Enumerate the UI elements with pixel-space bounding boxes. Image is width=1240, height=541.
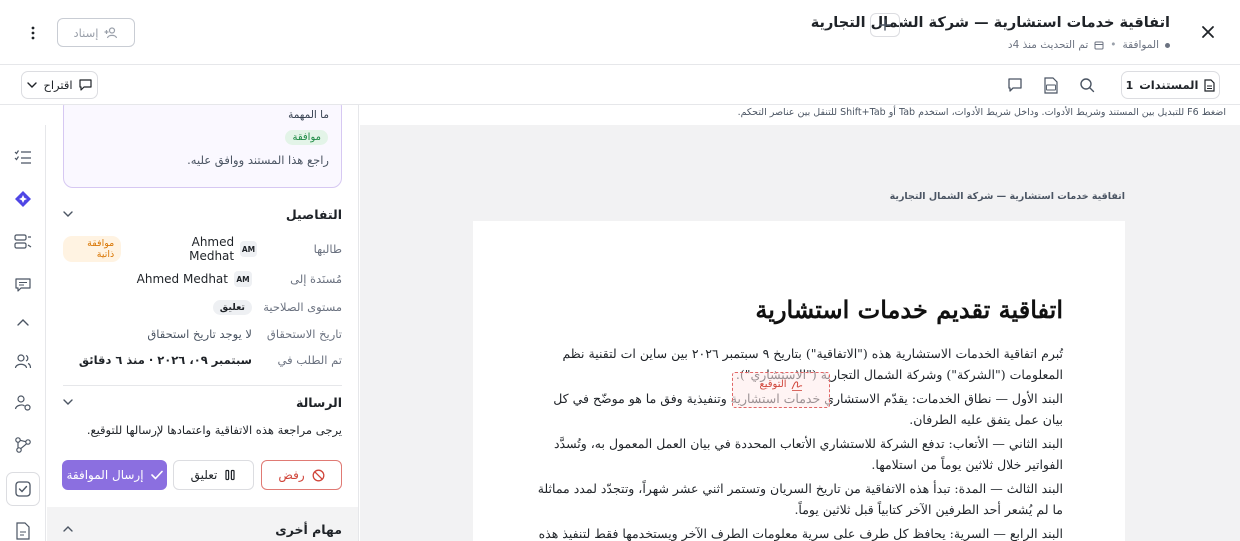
suggest-comment-icon bbox=[78, 79, 92, 91]
suspend-button[interactable]: تعليق bbox=[173, 460, 254, 490]
documents-button[interactable]: المستندات 1 bbox=[1121, 71, 1220, 99]
document-meta: الموافقة • تم التحديث منذ 4د bbox=[1008, 39, 1170, 51]
suspend-label: تعليق bbox=[190, 468, 218, 482]
self-approval-badge: موافقة ذاتية bbox=[63, 236, 122, 262]
chevron-down-icon bbox=[27, 82, 38, 88]
reject-label: رفض bbox=[278, 468, 305, 482]
task-check-icon[interactable] bbox=[13, 479, 33, 499]
document-edit-icon[interactable] bbox=[13, 521, 33, 541]
close-icon[interactable] bbox=[1198, 22, 1218, 42]
assignee-value: AM Ahmed Medhat bbox=[137, 271, 252, 287]
requested-at-row: تم الطلب في سبتمبر ٠٩، ٢٠٢٦ · منذ ٦ دقائ… bbox=[63, 350, 342, 370]
requester-row: طالبها AM Ahmed Medhat موافقة ذاتية bbox=[63, 235, 342, 263]
document-title: اتفاقية خدمات استشارية — شركة الشمال الت… bbox=[810, 15, 1170, 31]
assign-label: إسناد bbox=[73, 25, 99, 40]
divider bbox=[63, 385, 342, 386]
comment-icon[interactable] bbox=[1006, 76, 1024, 94]
assignee-label: مُسنَدة إلى bbox=[290, 272, 342, 286]
paragraph: البند الرابع — السرية: يحافظ كل طرف على … bbox=[538, 526, 1063, 541]
status-dot-icon bbox=[1165, 42, 1170, 48]
task-description: راجع هذا المستند ووافق عليه. bbox=[187, 153, 329, 167]
paragraph: البند الثالث — المدة: تبدأ هذه الاتفاقية… bbox=[537, 481, 1063, 517]
permission-value-wrap: تعليق bbox=[212, 299, 252, 315]
chat-icon[interactable] bbox=[13, 275, 33, 295]
documents-count: 1 bbox=[1125, 78, 1134, 92]
document-icon bbox=[1204, 78, 1216, 92]
requester-value: AM Ahmed Medhat موافقة ذاتية bbox=[63, 235, 257, 263]
chevron-up-icon[interactable] bbox=[13, 312, 33, 332]
permission-label: مستوى الصلاحية bbox=[263, 300, 342, 314]
more-options-icon[interactable] bbox=[26, 24, 40, 42]
permission-badge: تعليق bbox=[212, 299, 252, 315]
send-approval-label: إرسال الموافقة bbox=[66, 468, 144, 482]
users-icon[interactable] bbox=[13, 351, 33, 371]
details-heading: التفاصيل bbox=[285, 206, 342, 222]
details-section-header[interactable]: التفاصيل bbox=[63, 204, 342, 224]
send-approval-button[interactable]: إرسال الموافقة bbox=[62, 460, 167, 490]
other-tasks-section[interactable]: مهام أخرى bbox=[47, 507, 358, 541]
chevron-down-icon[interactable] bbox=[63, 399, 73, 405]
requested-at-label: تم الطلب في bbox=[277, 353, 342, 367]
search-icon[interactable] bbox=[1078, 76, 1096, 94]
message-section-header[interactable]: الرسالة bbox=[63, 392, 342, 412]
assign-button[interactable]: إسناد bbox=[57, 18, 135, 47]
requester-name: Ahmed Medhat bbox=[189, 235, 235, 263]
icon-rail bbox=[0, 125, 46, 541]
keyboard-hint: اضغط F6 للتبديل بين المستند وشريط الأدوا… bbox=[737, 107, 1226, 118]
documents-label: المستندات bbox=[1139, 78, 1199, 92]
header: اتفاقية خدمات استشارية — شركة الشمال الت… bbox=[0, 0, 1240, 65]
due-date-value: لا يوجد تاريخ استحقاق bbox=[147, 327, 252, 341]
signature-field[interactable]: التوقيع bbox=[732, 372, 830, 408]
meta-separator: • bbox=[1110, 39, 1117, 51]
due-date-row: تاريخ الاستحقاق لا يوجد تاريخ استحقاق bbox=[63, 324, 342, 344]
permission-row: مستوى الصلاحية تعليق bbox=[63, 297, 342, 317]
user-add-icon bbox=[104, 26, 118, 39]
document-caption: اتفاقية خدمات استشارية — شركة الشمال الت… bbox=[889, 191, 1125, 202]
suggest-label: اقتراح bbox=[43, 78, 73, 92]
chevron-down-icon[interactable] bbox=[63, 211, 73, 217]
task-card: ما المهمة موافقة راجع هذا المستند ووافق … bbox=[63, 105, 342, 188]
due-date-label: تاريخ الاستحقاق bbox=[266, 327, 342, 341]
task-panel: ما المهمة موافقة راجع هذا المستند ووافق … bbox=[47, 105, 359, 541]
avatar: AM bbox=[240, 241, 257, 257]
block-icon bbox=[312, 469, 325, 482]
signature-icon bbox=[791, 379, 803, 391]
other-tasks-heading: مهام أخرى bbox=[275, 521, 342, 537]
pause-icon bbox=[224, 469, 236, 481]
assignee-row: مُسنَدة إلى AM Ahmed Medhat bbox=[63, 269, 342, 289]
status-text: الموافقة bbox=[1122, 39, 1160, 51]
ai-diamond-icon[interactable] bbox=[13, 189, 33, 209]
requester-label: طالبها bbox=[313, 242, 342, 256]
check-icon bbox=[150, 470, 163, 480]
page-title: اتفاقية تقديم خدمات استشارية bbox=[755, 295, 1063, 324]
add-button[interactable] bbox=[870, 13, 900, 37]
updated-text: تم التحديث منذ 4د bbox=[1007, 39, 1089, 51]
checklist-icon[interactable] bbox=[13, 147, 33, 167]
calendar-icon bbox=[1094, 40, 1104, 50]
document-page[interactable]: اتفاقية تقديم خدمات استشارية تُبرم اتفاق… bbox=[473, 221, 1125, 541]
task-question: ما المهمة bbox=[288, 109, 329, 121]
assignee-name: Ahmed Medhat bbox=[136, 272, 228, 286]
paragraph: البند الثاني — الأتعاب: تدفع الشركة للاس… bbox=[553, 436, 1063, 472]
message-heading: الرسالة bbox=[295, 394, 342, 410]
other-tasks-header[interactable]: مهام أخرى bbox=[63, 519, 342, 539]
approval-badge: موافقة bbox=[285, 130, 328, 145]
reject-button[interactable]: رفض bbox=[261, 460, 342, 490]
document-viewer[interactable]: اتفاقية خدمات استشارية — شركة الشمال الت… bbox=[360, 125, 1240, 541]
avatar: AM bbox=[234, 271, 252, 287]
chevron-up-icon[interactable] bbox=[63, 526, 73, 532]
toolbar: المستندات 1 اقتراح bbox=[0, 65, 1240, 105]
user-settings-icon[interactable] bbox=[13, 393, 33, 413]
workflow-icon[interactable] bbox=[13, 435, 33, 455]
message-text: يرجى مراجعة هذه الاتفاقية واعتمادها لإرس… bbox=[86, 423, 342, 437]
requested-at-value: سبتمبر ٠٩، ٢٠٢٦ · منذ ٦ دقائق bbox=[78, 353, 252, 367]
pdf-icon[interactable] bbox=[1042, 76, 1060, 94]
fields-icon[interactable] bbox=[13, 232, 33, 252]
signature-label: التوقيع bbox=[759, 379, 787, 390]
suggest-button[interactable]: اقتراح bbox=[21, 71, 98, 99]
